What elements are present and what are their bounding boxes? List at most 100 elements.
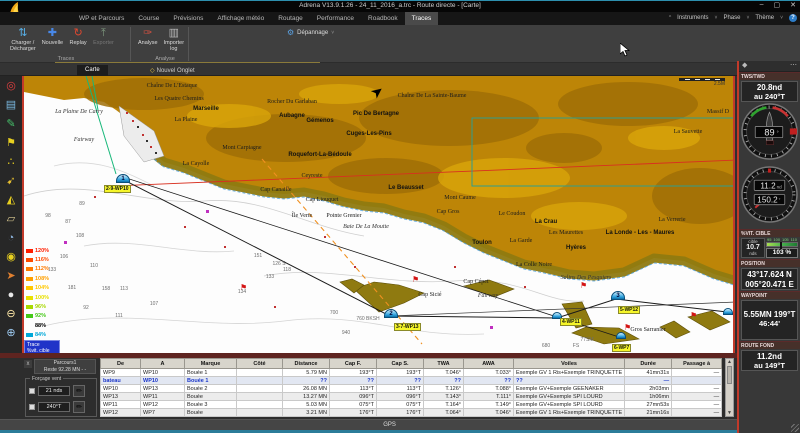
wind-speed-field[interactable]: 21 nds — [38, 386, 70, 396]
cell: — — [672, 385, 722, 393]
wind-dir-edit-icon[interactable]: ✏ — [73, 401, 85, 413]
menu-tab-wp-et-parcours[interactable]: WP et Parcours — [72, 12, 131, 25]
column-header-voiles[interactable]: Voiles — [514, 359, 625, 369]
column-header-cap-s-[interactable]: Cap S. — [377, 359, 424, 369]
vit-cible-percent: 103 % — [766, 248, 798, 258]
wind-speed-edit-icon[interactable]: ✏ — [73, 385, 85, 397]
waypoint-marker[interactable]: 2 — [384, 309, 398, 318]
marks-list-icon[interactable]: ∴ — [2, 154, 20, 171]
trace-tooltip: Trace %vit. cible — [24, 340, 60, 353]
pan-icon[interactable]: ● — [2, 287, 20, 304]
menu-phase[interactable]: Phase — [723, 15, 740, 21]
column-header-twa[interactable]: TWA — [424, 359, 464, 369]
cell: ?? — [377, 377, 424, 385]
table-row-wp12[interactable]: WP12WP7Bouée3.21 MN176°T176°TT.064°T.046… — [101, 409, 722, 417]
maximize-button[interactable]: ▢ — [774, 1, 781, 9]
cell: ?? — [514, 377, 625, 385]
scroll-thumb[interactable] — [727, 366, 732, 384]
close-button[interactable]: ✕ — [790, 1, 796, 9]
sidebar-config-icon[interactable]: ◆ — [742, 61, 747, 71]
waypoint-marker[interactable] — [723, 308, 733, 315]
table-row-wp10[interactable]: WP10WP13Bouée 226.08 MN113°T113°TT.126°T… — [101, 385, 722, 393]
ribbon-button-exporter[interactable]: ⤒Exporter — [91, 27, 116, 55]
tab-carte[interactable]: Carte — [77, 65, 108, 76]
legs-table[interactable]: DeAMarqueCôtéDistanceCap F.Cap S.TWAAWAV… — [100, 358, 722, 417]
depannage-button[interactable]: ⚙ Dépannage ˅ — [287, 28, 334, 37]
column-header-cap-f-[interactable]: Cap F. — [330, 359, 377, 369]
legend-entry: 96% — [26, 302, 49, 311]
gate-icon[interactable]: ◭ — [2, 192, 20, 209]
tab-nouvel-onglet[interactable]: ◇Nouvel Onglet — [142, 65, 203, 76]
cell — [237, 385, 283, 393]
column-header-a[interactable]: A — [141, 359, 185, 369]
chart-tab-bar: Carte ◇Nouvel Onglet — [0, 63, 737, 76]
menu-tab-course[interactable]: Course — [131, 12, 166, 25]
cell: T.164° — [424, 401, 464, 409]
table-row-bateau[interactable]: bateauWP10Bouée 1????????????— — [101, 377, 722, 385]
column-header-dur-e[interactable]: Durée — [625, 359, 672, 369]
cell — [237, 401, 283, 409]
chart-map-icon[interactable]: ▤ — [2, 97, 20, 114]
resize-grip[interactable] — [791, 424, 799, 432]
cell: T.111° — [464, 393, 514, 401]
wind-speed-checkbox[interactable] — [29, 388, 35, 394]
ribbon-button-analyse[interactable]: ✑Analyse — [136, 27, 160, 55]
collapse-ribbon-icon[interactable]: ^ — [669, 15, 671, 21]
bearing-icon[interactable]: ◔ — [2, 230, 20, 247]
scroll-up-icon[interactable]: ▲ — [726, 359, 733, 365]
cell: — — [625, 377, 672, 385]
course-panel: x Parcours1 Reste 92.28 MN - - Forçage v… — [0, 358, 100, 419]
column-header-distance[interactable]: Distance — [283, 359, 330, 369]
route-edit-icon[interactable]: ✎ — [2, 116, 20, 133]
eraser-icon[interactable]: ▱ — [2, 211, 20, 228]
table-row-wp13[interactable]: WP13WP11Bouée13.27 MN096°T096°TT.143°T.1… — [101, 393, 722, 401]
menu-tab-roadbook[interactable]: Roadbook — [361, 12, 405, 25]
zoom-in-icon[interactable]: ⊕ — [2, 325, 20, 342]
depth-sounding: 108 — [76, 233, 84, 239]
menu-instruments[interactable]: Instruments — [677, 15, 708, 21]
marks-palette-icon[interactable]: ◉ — [2, 249, 20, 266]
wind-dir-checkbox[interactable] — [29, 404, 35, 410]
depth-sounding: 151 — [254, 253, 262, 259]
depth-sounding: FS — [573, 343, 579, 349]
life-ring-icon[interactable]: ◎ — [2, 78, 20, 95]
waypoint-box: 5.55MN 199°T 46:44' — [741, 300, 798, 340]
compass-icon[interactable]: ➤ — [2, 268, 20, 285]
minimize-button[interactable]: – — [760, 1, 764, 9]
course-arrow-icon[interactable]: ➹ — [2, 173, 20, 190]
cell: T.143° — [424, 393, 464, 401]
new-mark-icon[interactable]: ⚑ — [2, 135, 20, 152]
waypoint-header: WAYPOINT — [739, 291, 800, 299]
table-row-wp11[interactable]: WP11WP12Bouée 35.03 MN075°T075°TT.164°T.… — [101, 401, 722, 409]
nautical-chart[interactable]: 2.5M ➤ Chaîne De L'EstaqueLa Plaine De C… — [22, 76, 735, 353]
menu-theme[interactable]: Thème — [755, 15, 774, 21]
zoom-out-icon[interactable]: ⊖ — [2, 306, 20, 323]
ribbon-button-importer-log[interactable]: ▥Importerlog — [162, 27, 186, 55]
help-icon[interactable]: ? — [789, 14, 797, 22]
menu-tab-routage[interactable]: Routage — [271, 12, 310, 25]
column-header-passage-[interactable]: Passage à — [672, 359, 722, 369]
waypoint-marker[interactable]: 3 — [611, 291, 625, 300]
ribbon-button-replay[interactable]: ↻Replay — [67, 27, 89, 55]
table-row-wp9[interactable]: WP9WP10Bouée 15.79 MN193°T193°TT.046°T.0… — [101, 369, 722, 377]
waypoint-marker[interactable]: 1 — [116, 174, 130, 183]
waypoint-marker[interactable] — [616, 332, 626, 339]
cell: WP9 — [101, 369, 141, 377]
course-panel-close-button[interactable]: x — [24, 360, 32, 368]
column-header-de[interactable]: De — [101, 359, 141, 369]
scroll-down-icon[interactable]: ▼ — [726, 410, 733, 416]
column-header-marque[interactable]: Marque — [185, 359, 237, 369]
menu-tab-traces[interactable]: Traces — [405, 12, 439, 25]
menu-tab-affichage-m-t-o[interactable]: Affichage météo — [210, 12, 271, 25]
sidebar-more-icon[interactable]: ⋯ — [790, 61, 797, 71]
table-scrollbar[interactable]: ▲ ▼ — [725, 358, 734, 417]
ribbon-button-nouvelle[interactable]: ✚Nouvelle — [40, 27, 65, 55]
cell: 096°T — [330, 393, 377, 401]
ribbon-button-charger-d-charger[interactable]: ⇅Charger /Décharger — [8, 27, 38, 55]
menu-tab-performance[interactable]: Performance — [310, 12, 361, 25]
cell: 27mn53s — [625, 401, 672, 409]
column-header-c-t-[interactable]: Côté — [237, 359, 283, 369]
wind-dir-field[interactable]: 240°T — [38, 402, 70, 412]
column-header-awa[interactable]: AWA — [464, 359, 514, 369]
menu-tab-pr-visions[interactable]: Prévisions — [166, 12, 210, 25]
